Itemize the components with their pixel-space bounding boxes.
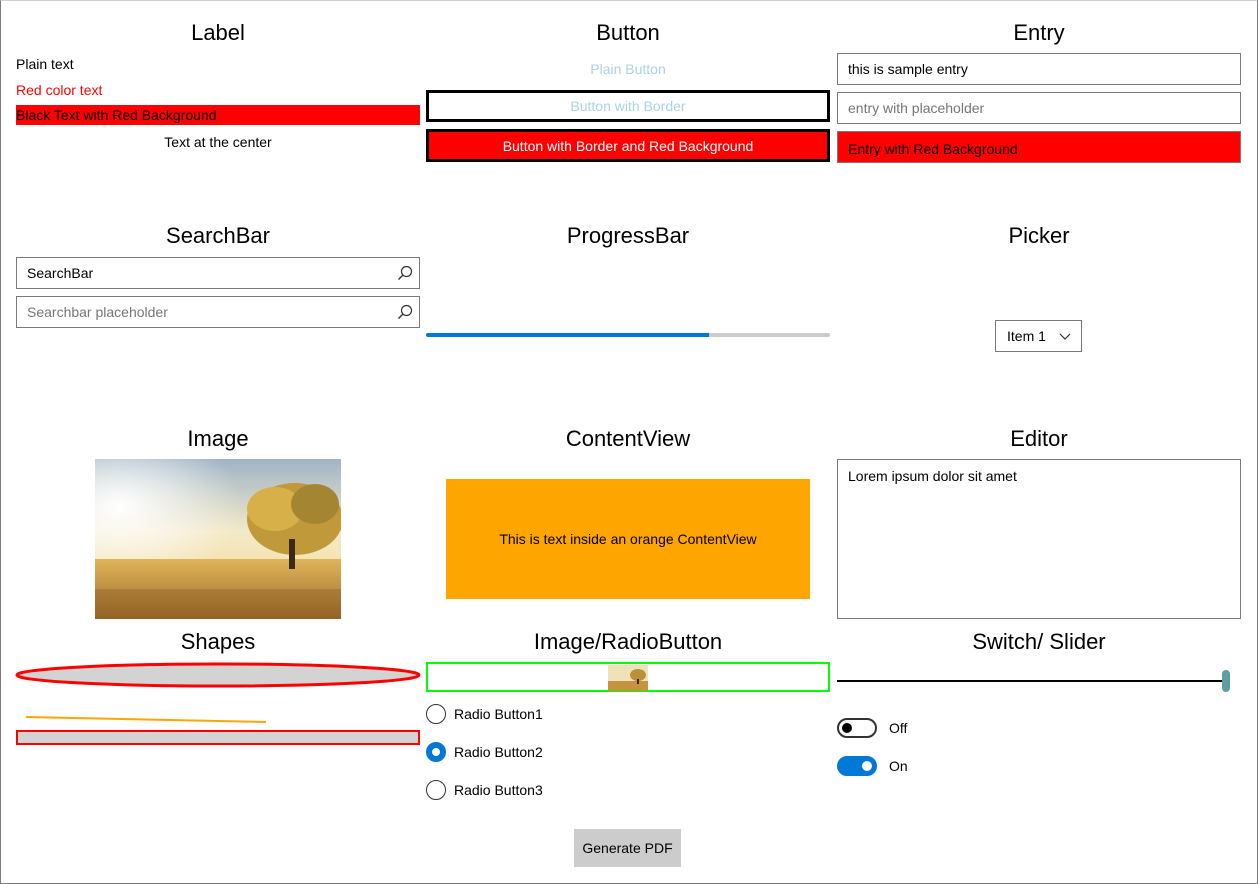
image-radio-section-header: Image/RadioButton bbox=[533, 629, 723, 654]
orange-content-view: This is text inside an orange ContentVie… bbox=[446, 479, 810, 599]
picker-selected-value: Item 1 bbox=[1007, 328, 1046, 344]
searchbar-placeholder-input[interactable]: Searchbar placeholder bbox=[16, 296, 420, 328]
sample-entry-field[interactable]: this is sample entry bbox=[837, 53, 1241, 85]
centered-text-label: Text at the center bbox=[164, 134, 272, 150]
off-switch[interactable] bbox=[837, 718, 877, 738]
line-shape bbox=[25, 716, 267, 723]
searchbar-input[interactable]: SearchBar bbox=[16, 257, 420, 289]
shapes-section-header: Shapes bbox=[180, 629, 256, 654]
off-switch-label: Off bbox=[889, 720, 908, 736]
radio-circle-checked[interactable] bbox=[426, 742, 446, 762]
content-view-text: This is text inside an orange ContentVie… bbox=[499, 531, 757, 547]
progressbar-section-header: ProgressBar bbox=[566, 223, 690, 248]
red-background-label: Black Text with Red Background bbox=[16, 105, 420, 125]
plain-text-label: Plain text bbox=[16, 56, 74, 72]
progress-bar bbox=[426, 333, 830, 337]
contentview-section-header: ContentView bbox=[565, 426, 691, 451]
button-section-header: Button bbox=[596, 20, 660, 45]
text-editor[interactable]: Lorem ipsum dolor sit amet bbox=[837, 459, 1241, 619]
radio-label: Radio Button3 bbox=[454, 782, 543, 798]
image-button[interactable] bbox=[426, 662, 830, 692]
search-icon[interactable] bbox=[397, 304, 413, 320]
landscape-tree-image bbox=[95, 459, 341, 619]
item-picker[interactable]: Item 1 bbox=[995, 320, 1082, 352]
on-switch[interactable] bbox=[837, 756, 877, 776]
radio-circle[interactable] bbox=[426, 704, 446, 724]
red-entry-field[interactable]: Entry with Red Background bbox=[837, 131, 1241, 163]
red-text-label: Red color text bbox=[16, 82, 103, 98]
generate-pdf-button[interactable]: Generate PDF bbox=[574, 829, 681, 867]
ellipse-shape bbox=[15, 662, 421, 688]
chevron-down-icon bbox=[1059, 333, 1071, 340]
radio-circle[interactable] bbox=[426, 780, 446, 800]
landscape-thumbnail-image bbox=[608, 665, 648, 691]
bordered-red-button[interactable]: Button with Border and Red Background bbox=[426, 129, 830, 162]
searchbar-section-header: SearchBar bbox=[166, 223, 270, 248]
on-switch-label: On bbox=[889, 758, 908, 774]
bordered-button[interactable]: Button with Border bbox=[426, 90, 830, 122]
search-icon[interactable] bbox=[397, 265, 413, 281]
radio-label: Radio Button2 bbox=[454, 744, 543, 760]
searchbar-placeholder: Searchbar placeholder bbox=[27, 304, 168, 320]
placeholder-entry-field[interactable]: entry with placeholder bbox=[837, 92, 1241, 124]
slider-thumb[interactable] bbox=[1222, 670, 1230, 692]
slider-track[interactable] bbox=[837, 680, 1225, 682]
switch-knob bbox=[862, 761, 872, 771]
progress-bar-fill bbox=[426, 333, 709, 337]
plain-button[interactable]: Plain Button bbox=[426, 58, 830, 80]
image-section-header: Image bbox=[187, 426, 249, 451]
searchbar-value: SearchBar bbox=[27, 265, 94, 281]
label-section-header: Label bbox=[191, 20, 245, 45]
picker-section-header: Picker bbox=[1008, 223, 1070, 248]
switch-knob bbox=[842, 723, 852, 733]
radio-label: Radio Button1 bbox=[454, 706, 543, 722]
rectangle-shape bbox=[16, 730, 420, 745]
entry-section-header: Entry bbox=[1013, 20, 1065, 45]
editor-section-header: Editor bbox=[1010, 426, 1068, 451]
switch-slider-section-header: Switch/ Slider bbox=[972, 629, 1106, 654]
